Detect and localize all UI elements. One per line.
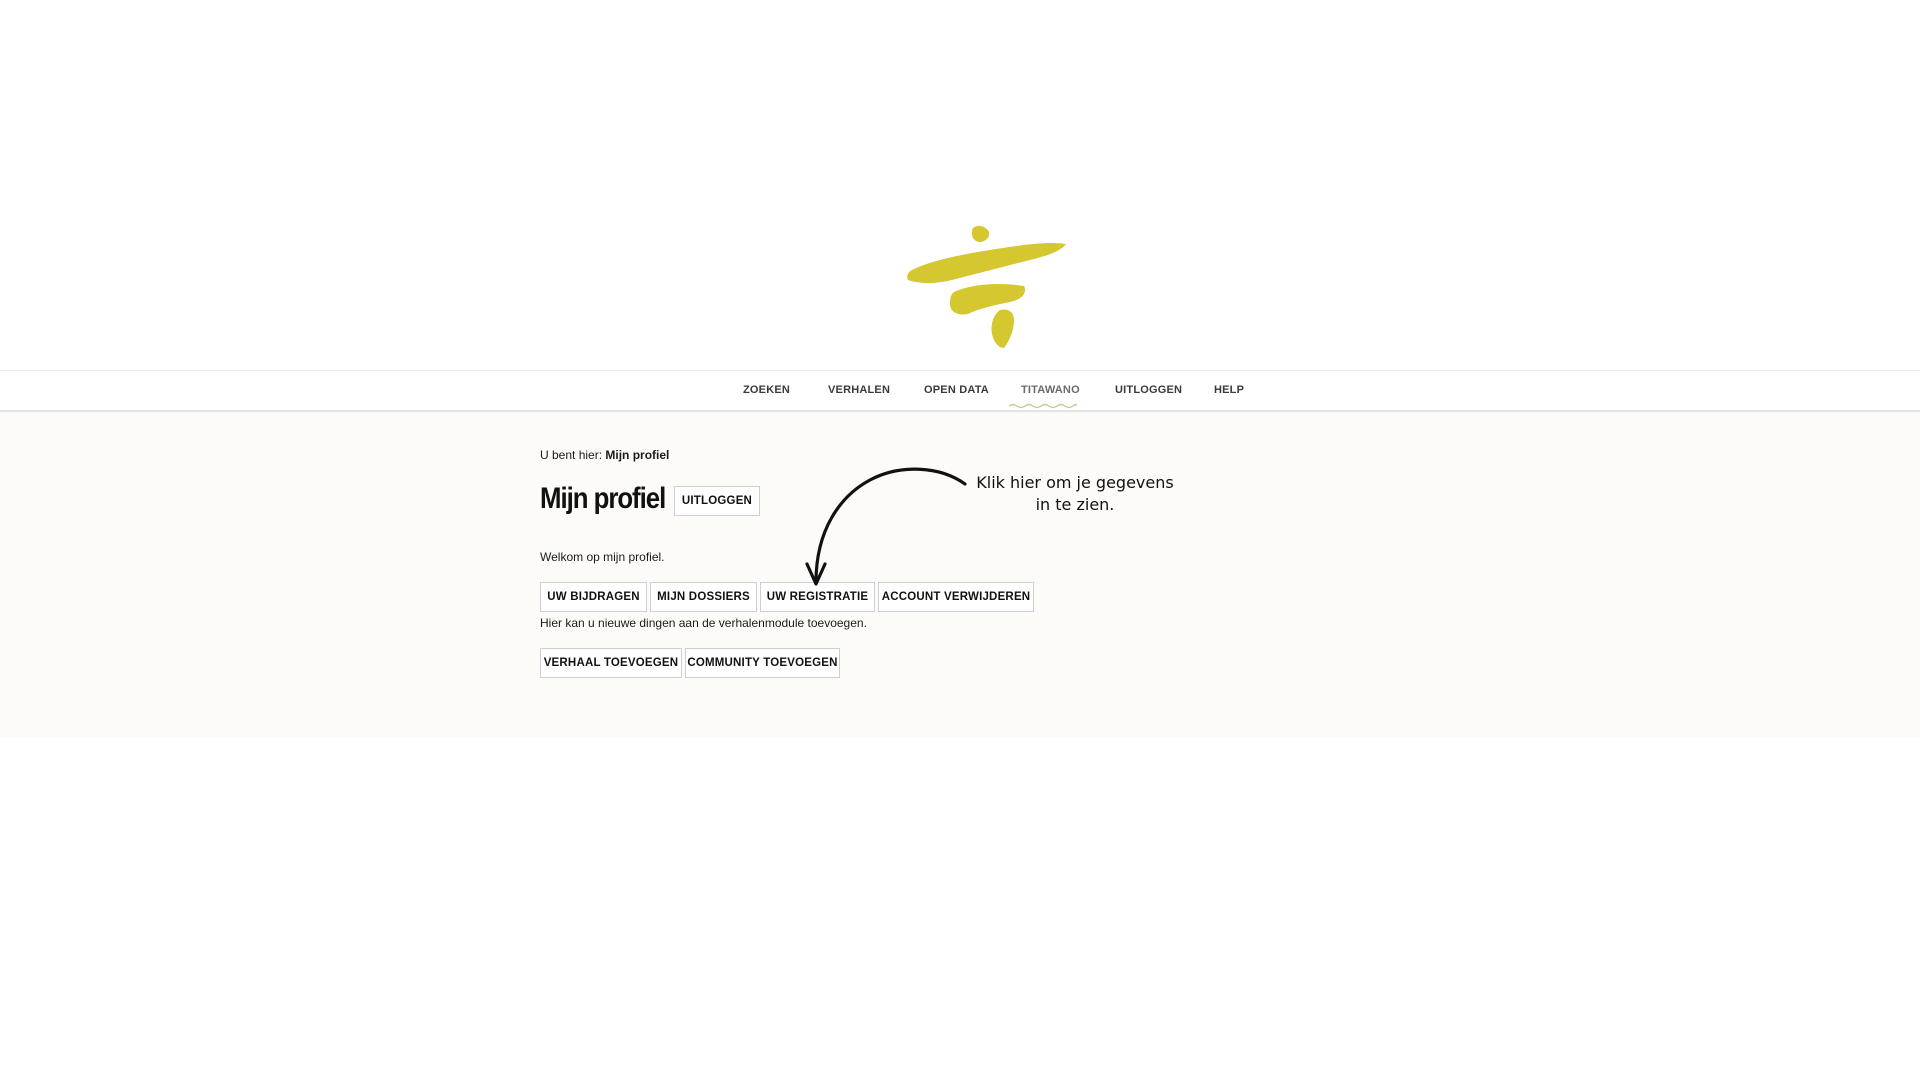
nav-item-verhalen[interactable]: VERHALEN bbox=[828, 384, 890, 396]
annotation-line-2: in te zien. bbox=[1035, 495, 1115, 514]
annotation-text: Klik hier om je gegevens in te zien. bbox=[960, 472, 1190, 516]
nav-item-uitloggen[interactable]: UITLOGGEN bbox=[1115, 384, 1182, 396]
annotation-line-1: Klik hier om je gegevens bbox=[976, 473, 1174, 492]
community-toevoegen-button[interactable]: COMMUNITY TOEVOEGEN bbox=[685, 648, 840, 678]
breadcrumb: U bent hier: Mijn profiel bbox=[540, 448, 669, 462]
breadcrumb-prefix: U bent hier: bbox=[540, 448, 603, 462]
nav-items: ZOEKEN VERHALEN OPEN DATA TITAWANO UITLO… bbox=[0, 371, 1920, 411]
main-navigation: ZOEKEN VERHALEN OPEN DATA TITAWANO UITLO… bbox=[0, 370, 1920, 412]
yellow-brush-logo-icon bbox=[907, 225, 1066, 348]
uw-bijdragen-button[interactable]: UW BIJDRAGEN bbox=[540, 582, 647, 612]
breadcrumb-current[interactable]: Mijn profiel bbox=[605, 448, 669, 462]
nav-item-open-data[interactable]: OPEN DATA bbox=[924, 384, 989, 396]
logout-button[interactable]: UITLOGGEN bbox=[674, 486, 760, 516]
welcome-text: Welkom op mijn profiel. bbox=[540, 550, 665, 564]
mijn-dossiers-button[interactable]: MIJN DOSSIERS bbox=[650, 582, 757, 612]
active-nav-underline bbox=[1009, 403, 1077, 409]
verhaal-toevoegen-button[interactable]: VERHAAL TOEVOEGEN bbox=[540, 648, 682, 678]
page-title: Mijn profiel bbox=[540, 482, 666, 515]
nav-item-titawano[interactable]: TITAWANO bbox=[1021, 384, 1080, 396]
site-logo[interactable] bbox=[906, 222, 1070, 352]
add-content-hint: Hier kan u nieuwe dingen aan de verhalen… bbox=[540, 616, 867, 630]
nav-item-help[interactable]: HELP bbox=[1214, 384, 1244, 396]
curved-arrow-icon bbox=[805, 467, 967, 586]
nav-item-zoeken[interactable]: ZOEKEN bbox=[743, 384, 790, 396]
page: ZOEKEN VERHALEN OPEN DATA TITAWANO UITLO… bbox=[0, 0, 1920, 1080]
